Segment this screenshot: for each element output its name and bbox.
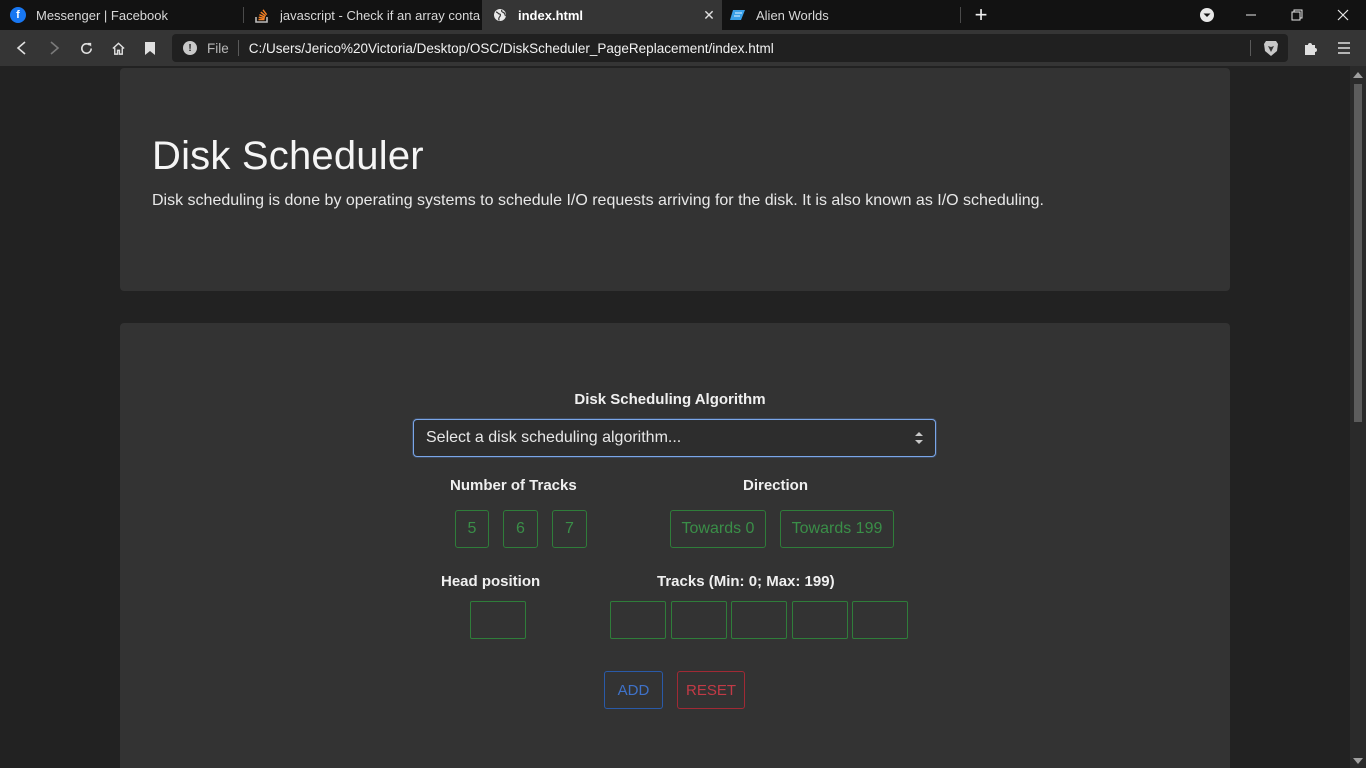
track-input[interactable] [792,601,848,639]
menu-button[interactable] [1331,35,1357,61]
page-description: Disk scheduling is done by operating sys… [152,192,1044,209]
head-position-label: Head position [441,573,541,590]
tab-index-html[interactable]: index.html ✕ [482,0,722,30]
algorithm-select[interactable]: Select a disk scheduling algorithm... [413,419,936,457]
reload-button[interactable] [73,35,99,61]
address-bar[interactable]: ! File C:/Users/Jerico%20Victoria/Deskto… [172,34,1288,62]
tracks-count-option-7[interactable]: 7 [552,510,587,548]
add-button[interactable]: ADD [604,671,663,709]
restore-icon [1291,9,1303,21]
scheme-label: File [207,40,229,56]
home-icon [111,41,125,55]
head-position-input[interactable] [470,601,526,639]
home-button[interactable] [105,35,131,61]
tab-stackoverflow[interactable]: javascript - Check if an array contains [244,0,480,30]
back-button[interactable] [9,35,35,61]
tab-title: Messenger | Facebook [36,7,168,23]
tab-title: index.html [518,7,584,23]
track-input[interactable] [671,601,727,639]
restore-button[interactable] [1274,0,1320,30]
tracks-count-label: Number of Tracks [450,477,577,494]
hamburger-menu-icon [1338,42,1350,54]
tab-strip: f Messenger | Facebook javascript - Chec… [0,0,1366,30]
direction-towards-0-button[interactable]: Towards 0 [670,510,766,548]
vertical-scrollbar[interactable] [1350,66,1366,768]
page-title: Disk Scheduler [152,134,424,178]
close-icon [1337,9,1349,21]
bookmark-button[interactable] [137,35,163,61]
tab-messenger[interactable]: f Messenger | Facebook [0,0,242,30]
algorithm-label: Disk Scheduling Algorithm [574,391,766,408]
info-icon[interactable]: ! [183,41,197,55]
brave-shields-icon[interactable] [1262,39,1280,57]
globe-icon [492,7,508,23]
reload-icon [80,42,92,54]
track-input[interactable] [731,601,787,639]
select-arrows-icon [915,432,923,444]
close-window-button[interactable] [1320,0,1366,30]
header-card: Disk Scheduler Disk scheduling is done b… [120,68,1230,291]
close-tab-icon[interactable]: ✕ [700,6,718,24]
alien-worlds-icon [730,7,746,23]
url-text: C:/Users/Jerico%20Victoria/Desktop/OSC/D… [248,40,774,56]
reset-button[interactable]: RESET [677,671,745,709]
scroll-down-arrow-icon[interactable] [1353,758,1363,764]
forward-button[interactable] [41,35,67,61]
omnibox-divider [237,40,239,56]
stackoverflow-icon [254,7,270,23]
algorithm-select-value: Select a disk scheduling algorithm... [426,429,682,446]
tab-divider [960,7,961,23]
puzzle-icon [1305,43,1317,55]
scroll-up-arrow-icon[interactable] [1353,72,1363,78]
scheduler-form-card: Disk Scheduling Algorithm Select a disk … [120,323,1230,768]
bookmark-icon [145,41,155,55]
track-input[interactable] [610,601,666,639]
chevron-down-circle-icon [1200,8,1214,22]
direction-towards-199-button[interactable]: Towards 199 [780,510,894,548]
forward-arrow-icon [50,41,60,55]
tab-alien-worlds[interactable]: Alien Worlds [720,0,960,30]
browser-toolbar: ! File C:/Users/Jerico%20Victoria/Deskto… [0,30,1366,66]
back-arrow-icon [16,41,26,55]
tab-search-button[interactable] [1184,0,1230,30]
tab-title: Alien Worlds [756,7,829,23]
direction-label: Direction [743,477,809,494]
facebook-icon: f [10,7,26,23]
tab-title: javascript - Check if an array contains [280,7,480,23]
page-viewport: Disk Scheduler Disk scheduling is done b… [0,66,1350,768]
extensions-button[interactable] [1298,35,1324,61]
minimize-icon [1246,14,1256,16]
new-tab-button[interactable]: + [968,2,994,28]
tracks-label: Tracks (Min: 0; Max: 199) [657,573,835,590]
tracks-count-option-5[interactable]: 5 [455,510,489,548]
toolbar-divider [1250,40,1251,56]
tracks-count-option-6[interactable]: 6 [503,510,538,548]
track-input[interactable] [852,601,908,639]
scrollbar-thumb[interactable] [1354,84,1362,422]
minimize-button[interactable] [1228,0,1274,30]
